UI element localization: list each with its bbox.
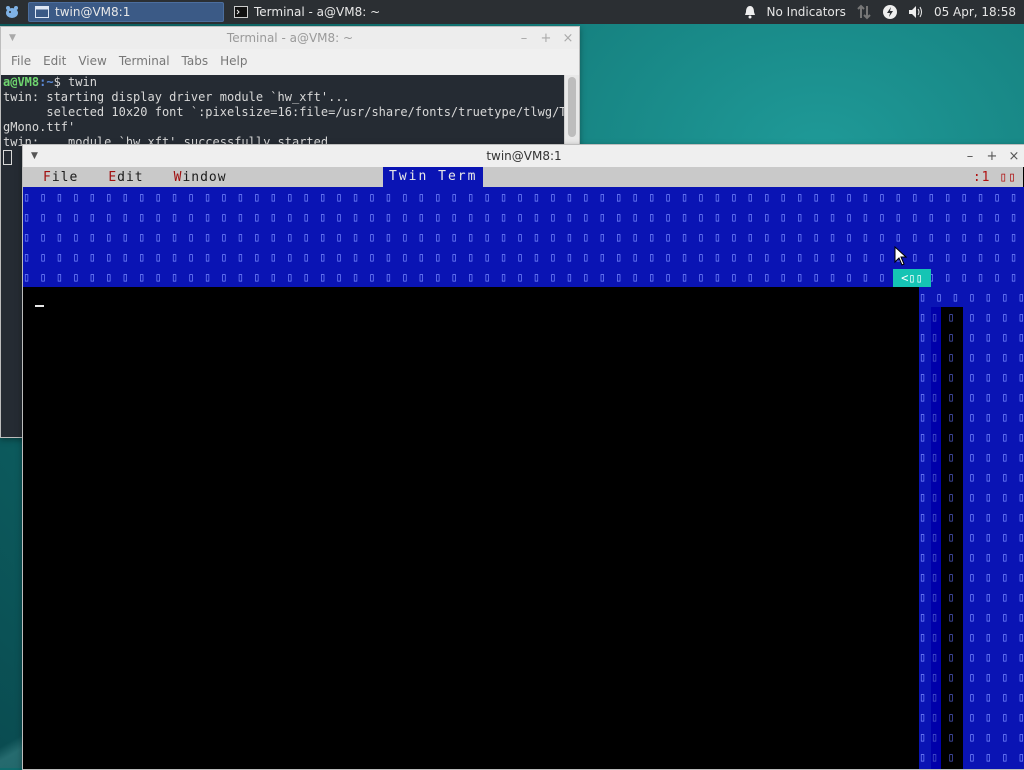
twin-menu-edit[interactable]: Edit (108, 170, 143, 185)
terminal-menubar: File Edit View Terminal Tabs Help (1, 49, 579, 73)
window-icon (35, 6, 49, 18)
twin-term-cursor (35, 305, 44, 307)
twin-titlebar[interactable]: ▼ twin@VM8:1 – + × (23, 145, 1024, 167)
task-twin-label: twin@VM8:1 (55, 5, 131, 19)
scrollbar-thumb[interactable] (568, 77, 576, 137)
power-icon[interactable] (882, 4, 898, 20)
twin-screen[interactable]: File Edit Window :1 ▯▯ ▯ ▯ ▯ ▯ ▯ ▯ ▯ ▯ ▯… (23, 167, 1024, 769)
xfce-mouse-icon[interactable] (0, 0, 24, 24)
task-terminal[interactable]: Terminal - a@VM8: ~ (228, 2, 424, 22)
network-icon[interactable] (856, 4, 872, 20)
twin-term-title: Twin Term (383, 167, 484, 187)
task-terminal-label: Terminal - a@VM8: ~ (254, 5, 381, 19)
twin-screen-indicator[interactable]: :1 ▯▯ (973, 170, 1017, 185)
twin-menu-file[interactable]: File (43, 170, 78, 185)
close-icon[interactable]: × (557, 31, 579, 46)
terminal-cursor (3, 150, 12, 165)
terminal-titlebar[interactable]: ▼ Terminal - a@VM8: ~ – + × (1, 27, 579, 49)
close-icon[interactable]: × (1003, 149, 1024, 164)
menu-view[interactable]: View (78, 54, 106, 68)
minimize-icon[interactable]: – (959, 149, 981, 164)
output-line: gMono.ttf' (3, 120, 76, 134)
twin-term-shadow-pattern: ▯ ▯ ▯ ▯ ▯ ▯ ▯ ▯ ▯ ▯ ▯ ▯ ▯ ▯ ▯ ▯ ▯ ▯ ▯ ▯ … (931, 310, 956, 764)
mouse-pointer-icon (894, 246, 908, 266)
window-menu-icon[interactable]: ▼ (9, 33, 16, 43)
twin-desktop-pattern: ▯ ▯ ▯ ▯ ▯ ▯ ▯ ▯ ▯ ▯ ▯ ▯ ▯ ▯ ▯ ▯ ▯ ▯ ▯ ▯ … (23, 187, 1024, 267)
maximize-icon[interactable]: + (981, 149, 1003, 164)
top-panel: twin@VM8:1 Terminal - a@VM8: ~ No Indica… (0, 0, 1024, 24)
prompt-user: a@VM8 (3, 75, 40, 89)
terminal-icon (234, 6, 248, 18)
maximize-icon[interactable]: + (535, 31, 557, 46)
task-twin[interactable]: twin@VM8:1 (28, 2, 224, 22)
prompt-command: twin (68, 75, 97, 89)
bell-icon[interactable] (743, 5, 757, 19)
prompt-symbol: $ (53, 75, 69, 89)
twin-menubar: File Edit Window :1 ▯▯ (23, 167, 1023, 187)
indicators-label[interactable]: No Indicators (767, 5, 846, 19)
menu-tabs[interactable]: Tabs (182, 54, 209, 68)
twin-window[interactable]: ▼ twin@VM8:1 – + × File Edit Window :1 ▯… (22, 144, 1024, 770)
twin-term-titlebar[interactable]: ▯ ▯ ▯ ▯ ▯ ▯ ▯ ▯ ▯ ▯ ▯ ▯ ▯ ▯ ▯ ▯ ▯ ▯ ▯ ▯ … (23, 267, 1024, 287)
twin-title: twin@VM8:1 (486, 149, 562, 163)
volume-icon[interactable] (908, 5, 924, 19)
twin-term-content[interactable] (23, 287, 919, 769)
twin-term-buttons[interactable]: <▯▯ (893, 269, 931, 287)
menu-help[interactable]: Help (220, 54, 247, 68)
terminal-title: Terminal - a@VM8: ~ (226, 31, 354, 45)
prompt-line: a@VM8:~$ twin (3, 75, 565, 90)
twin-menu-window[interactable]: Window (174, 170, 227, 185)
minimize-icon[interactable]: – (513, 31, 535, 46)
output-line: twin: starting display driver module `hw… (3, 90, 350, 104)
window-menu-icon[interactable]: ▼ (31, 151, 38, 161)
clock[interactable]: 05 Apr, 18:58 (934, 5, 1016, 19)
menu-edit[interactable]: Edit (43, 54, 66, 68)
prompt-path: :~ (39, 75, 54, 89)
menu-terminal[interactable]: Terminal (119, 54, 170, 68)
menu-file[interactable]: File (11, 54, 31, 68)
output-line: selected 10x20 font `:pixelsize=16:file=… (3, 105, 565, 119)
